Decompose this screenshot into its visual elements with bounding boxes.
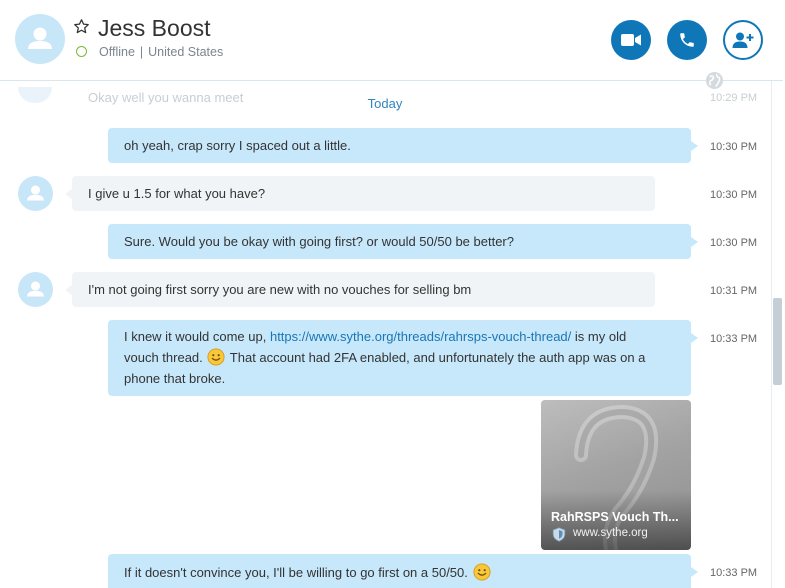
contact-avatar-small[interactable] (18, 272, 53, 307)
incoming-message[interactable]: I give u 1.5 for what you have? (65, 176, 655, 211)
phone-icon (680, 33, 694, 47)
message-list[interactable]: Okay well you wanna meet 10:29 PM Today … (0, 81, 770, 588)
contact-location: United States (148, 45, 224, 59)
message-line: phone that broke. (124, 371, 226, 386)
link-preview-card[interactable]: RahRSPS Vouch Th... www.sythe.org (541, 400, 691, 550)
link-preview-domain: www.sythe.org (573, 527, 648, 539)
status-separator: | (139, 45, 144, 59)
day-separator: Today (0, 96, 770, 111)
star-outline-icon[interactable] (73, 18, 90, 35)
video-camera-icon (621, 34, 641, 46)
skype-chat-window: Jess Boost Offline | United States Okay … (0, 0, 785, 588)
message-text: vouch thread. (124, 350, 203, 365)
message-text: I knew it would come up, (124, 329, 270, 344)
contact-name[interactable]: Jess Boost (98, 15, 211, 42)
message-timestamp: 10:30 PM (710, 237, 758, 249)
add-people-button[interactable] (723, 20, 763, 60)
status-line: Offline | United States (99, 45, 223, 59)
conversation-header: Jess Boost Offline | United States (0, 0, 783, 81)
globe-icon[interactable] (705, 71, 724, 90)
person-icon (28, 27, 52, 49)
person-icon (27, 281, 44, 297)
message-text: Sure. Would you be okay with going first… (124, 234, 514, 249)
outgoing-message[interactable]: If it doesn't convince you, I'll be will… (108, 554, 698, 588)
link-preview-title: RahRSPS Vouch Th... (551, 510, 679, 524)
contact-avatar[interactable] (15, 14, 65, 64)
smile-emoji-icon (207, 348, 225, 366)
presence-status-icon (76, 46, 87, 57)
scrollbar-track[interactable] (771, 0, 785, 588)
outgoing-message[interactable]: Sure. Would you be okay with going first… (108, 224, 698, 259)
message-text: is my old (571, 329, 627, 344)
smile-emoji-icon (472, 563, 491, 581)
message-line: vouch thread. That account had 2FA enabl… (124, 347, 675, 368)
shield-icon (552, 527, 566, 542)
message-text: oh yeah, crap sorry I spaced out a littl… (124, 138, 351, 153)
message-text: I'm not going first sorry you are new wi… (88, 282, 472, 297)
video-call-button[interactable] (611, 20, 651, 60)
presence-status: Offline (99, 45, 135, 59)
message-timestamp: 10:33 PM (710, 567, 758, 579)
audio-call-button[interactable] (667, 20, 707, 60)
incoming-message[interactable]: I'm not going first sorry you are new wi… (65, 272, 655, 307)
thread-link[interactable]: https://www.sythe.org/threads/rahrsps-vo… (270, 329, 571, 344)
message-line: I knew it would come up, https://www.syt… (124, 326, 675, 347)
outgoing-message[interactable]: I knew it would come up, https://www.syt… (108, 320, 698, 396)
message-text: That account had 2FA enabled, and unfort… (229, 350, 646, 365)
person-icon (27, 185, 44, 201)
message-timestamp: 10:33 PM (710, 333, 758, 345)
message-timestamp: 10:30 PM (710, 141, 758, 153)
day-separator-label: Today (359, 96, 411, 111)
add-person-icon (732, 32, 754, 48)
outgoing-message[interactable]: oh yeah, crap sorry I spaced out a littl… (108, 128, 698, 163)
message-timestamp: 10:30 PM (710, 189, 758, 201)
message-text: If it doesn't convince you, I'll be will… (124, 565, 468, 580)
scrollbar-thumb[interactable] (773, 298, 782, 385)
message-timestamp: 10:31 PM (710, 285, 758, 297)
message-text: I give u 1.5 for what you have? (88, 186, 266, 201)
contact-avatar-small[interactable] (18, 176, 53, 211)
